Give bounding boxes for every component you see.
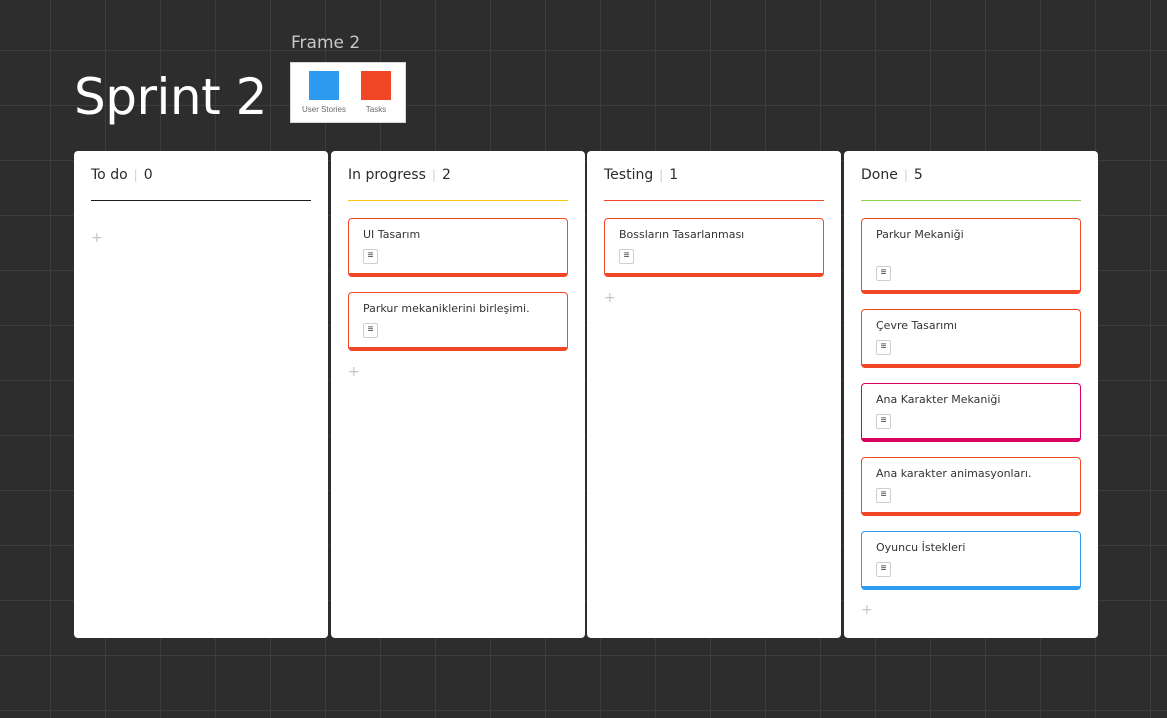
column-count: 1 <box>669 167 679 183</box>
task-card[interactable]: Bossların Tasarlanması ≡ <box>604 218 824 277</box>
description-icon[interactable]: ≡ <box>876 340 891 355</box>
card-list: Bossların Tasarlanması ≡ <box>604 218 824 292</box>
task-card[interactable]: Parkur Mekaniği ≡ <box>861 218 1081 294</box>
task-card[interactable]: UI Tasarım ≡ <box>348 218 568 277</box>
column-count: 2 <box>441 167 451 183</box>
legend-label: User Stories <box>301 105 346 114</box>
tasks-swatch <box>361 71 391 100</box>
card-title: Bossların Tasarlanması <box>619 228 745 241</box>
card-title: Çevre Tasarımı <box>876 319 957 332</box>
add-card-button[interactable]: + <box>91 230 103 246</box>
card-list: Parkur Mekaniği ≡ Çevre Tasarımı ≡ Ana K… <box>861 218 1081 605</box>
column-to-do[interactable]: To do | 0 + <box>74 151 328 638</box>
column-separator: | <box>431 168 436 182</box>
column-count: 5 <box>913 167 923 183</box>
user-story-card[interactable]: Oyuncu İstekleri ≡ <box>861 531 1081 590</box>
column-header[interactable]: To do | 0 <box>91 167 153 183</box>
column-title: In progress <box>348 167 426 183</box>
task-card[interactable]: Çevre Tasarımı ≡ <box>861 309 1081 368</box>
legend-frame[interactable]: User Stories Tasks <box>290 62 406 123</box>
column-header[interactable]: Done | 5 <box>861 167 923 183</box>
column-count: 0 <box>143 167 153 183</box>
description-icon[interactable]: ≡ <box>876 266 891 281</box>
user-stories-swatch <box>309 71 339 100</box>
column-header[interactable]: In progress | 2 <box>348 167 451 183</box>
legend-item-user-stories[interactable]: User Stories <box>301 71 347 114</box>
column-done[interactable]: Done | 5 Parkur Mekaniği ≡ Çevre Tasarımı … <box>844 151 1098 638</box>
frame-label[interactable]: Frame 2 <box>291 33 360 53</box>
description-icon[interactable]: ≡ <box>876 562 891 577</box>
card-title: Parkur Mekaniği <box>876 228 964 241</box>
column-separator: | <box>659 168 664 182</box>
column-separator: | <box>133 168 138 182</box>
column-divider <box>604 200 824 201</box>
description-icon[interactable]: ≡ <box>363 323 378 338</box>
column-title: To do <box>91 167 128 183</box>
card-title: UI Tasarım <box>363 228 421 241</box>
description-icon[interactable]: ≡ <box>619 249 634 264</box>
column-title: Testing <box>604 167 654 183</box>
column-title: Done <box>861 167 898 183</box>
card-title: Oyuncu İstekleri <box>876 541 966 554</box>
column-separator: | <box>903 168 908 182</box>
task-card[interactable]: Parkur mekaniklerini birleşimi. ≡ <box>348 292 568 351</box>
add-card-button[interactable]: + <box>861 602 873 618</box>
card-title: Parkur mekaniklerini birleşimi. <box>363 302 530 315</box>
legend-label: Tasks <box>365 105 387 114</box>
description-icon[interactable]: ≡ <box>876 488 891 503</box>
column-divider <box>91 200 311 201</box>
user-story-card[interactable]: Ana Karakter Mekaniği ≡ <box>861 383 1081 442</box>
legend-item-tasks[interactable]: Tasks <box>353 71 399 114</box>
card-list: UI Tasarım ≡ Parkur mekaniklerini birleş… <box>348 218 568 366</box>
column-in-progress[interactable]: In progress | 2 UI Tasarım ≡ Parkur mekani… <box>331 151 585 638</box>
description-icon[interactable]: ≡ <box>876 414 891 429</box>
card-title: Ana Karakter Mekaniği <box>876 393 1001 406</box>
task-card[interactable]: Ana karakter animasyonları. ≡ <box>861 457 1081 516</box>
description-icon[interactable]: ≡ <box>363 249 378 264</box>
column-divider <box>348 200 568 201</box>
add-card-button[interactable]: + <box>348 364 360 380</box>
add-card-button[interactable]: + <box>604 290 616 306</box>
card-title: Ana karakter animasyonları. <box>876 467 1032 480</box>
column-testing[interactable]: Testing | 1 Bossların Tasarlanması ≡ + <box>587 151 841 638</box>
column-header[interactable]: Testing | 1 <box>604 167 678 183</box>
board-title[interactable]: Sprint 2 <box>74 66 267 128</box>
column-divider <box>861 200 1081 201</box>
